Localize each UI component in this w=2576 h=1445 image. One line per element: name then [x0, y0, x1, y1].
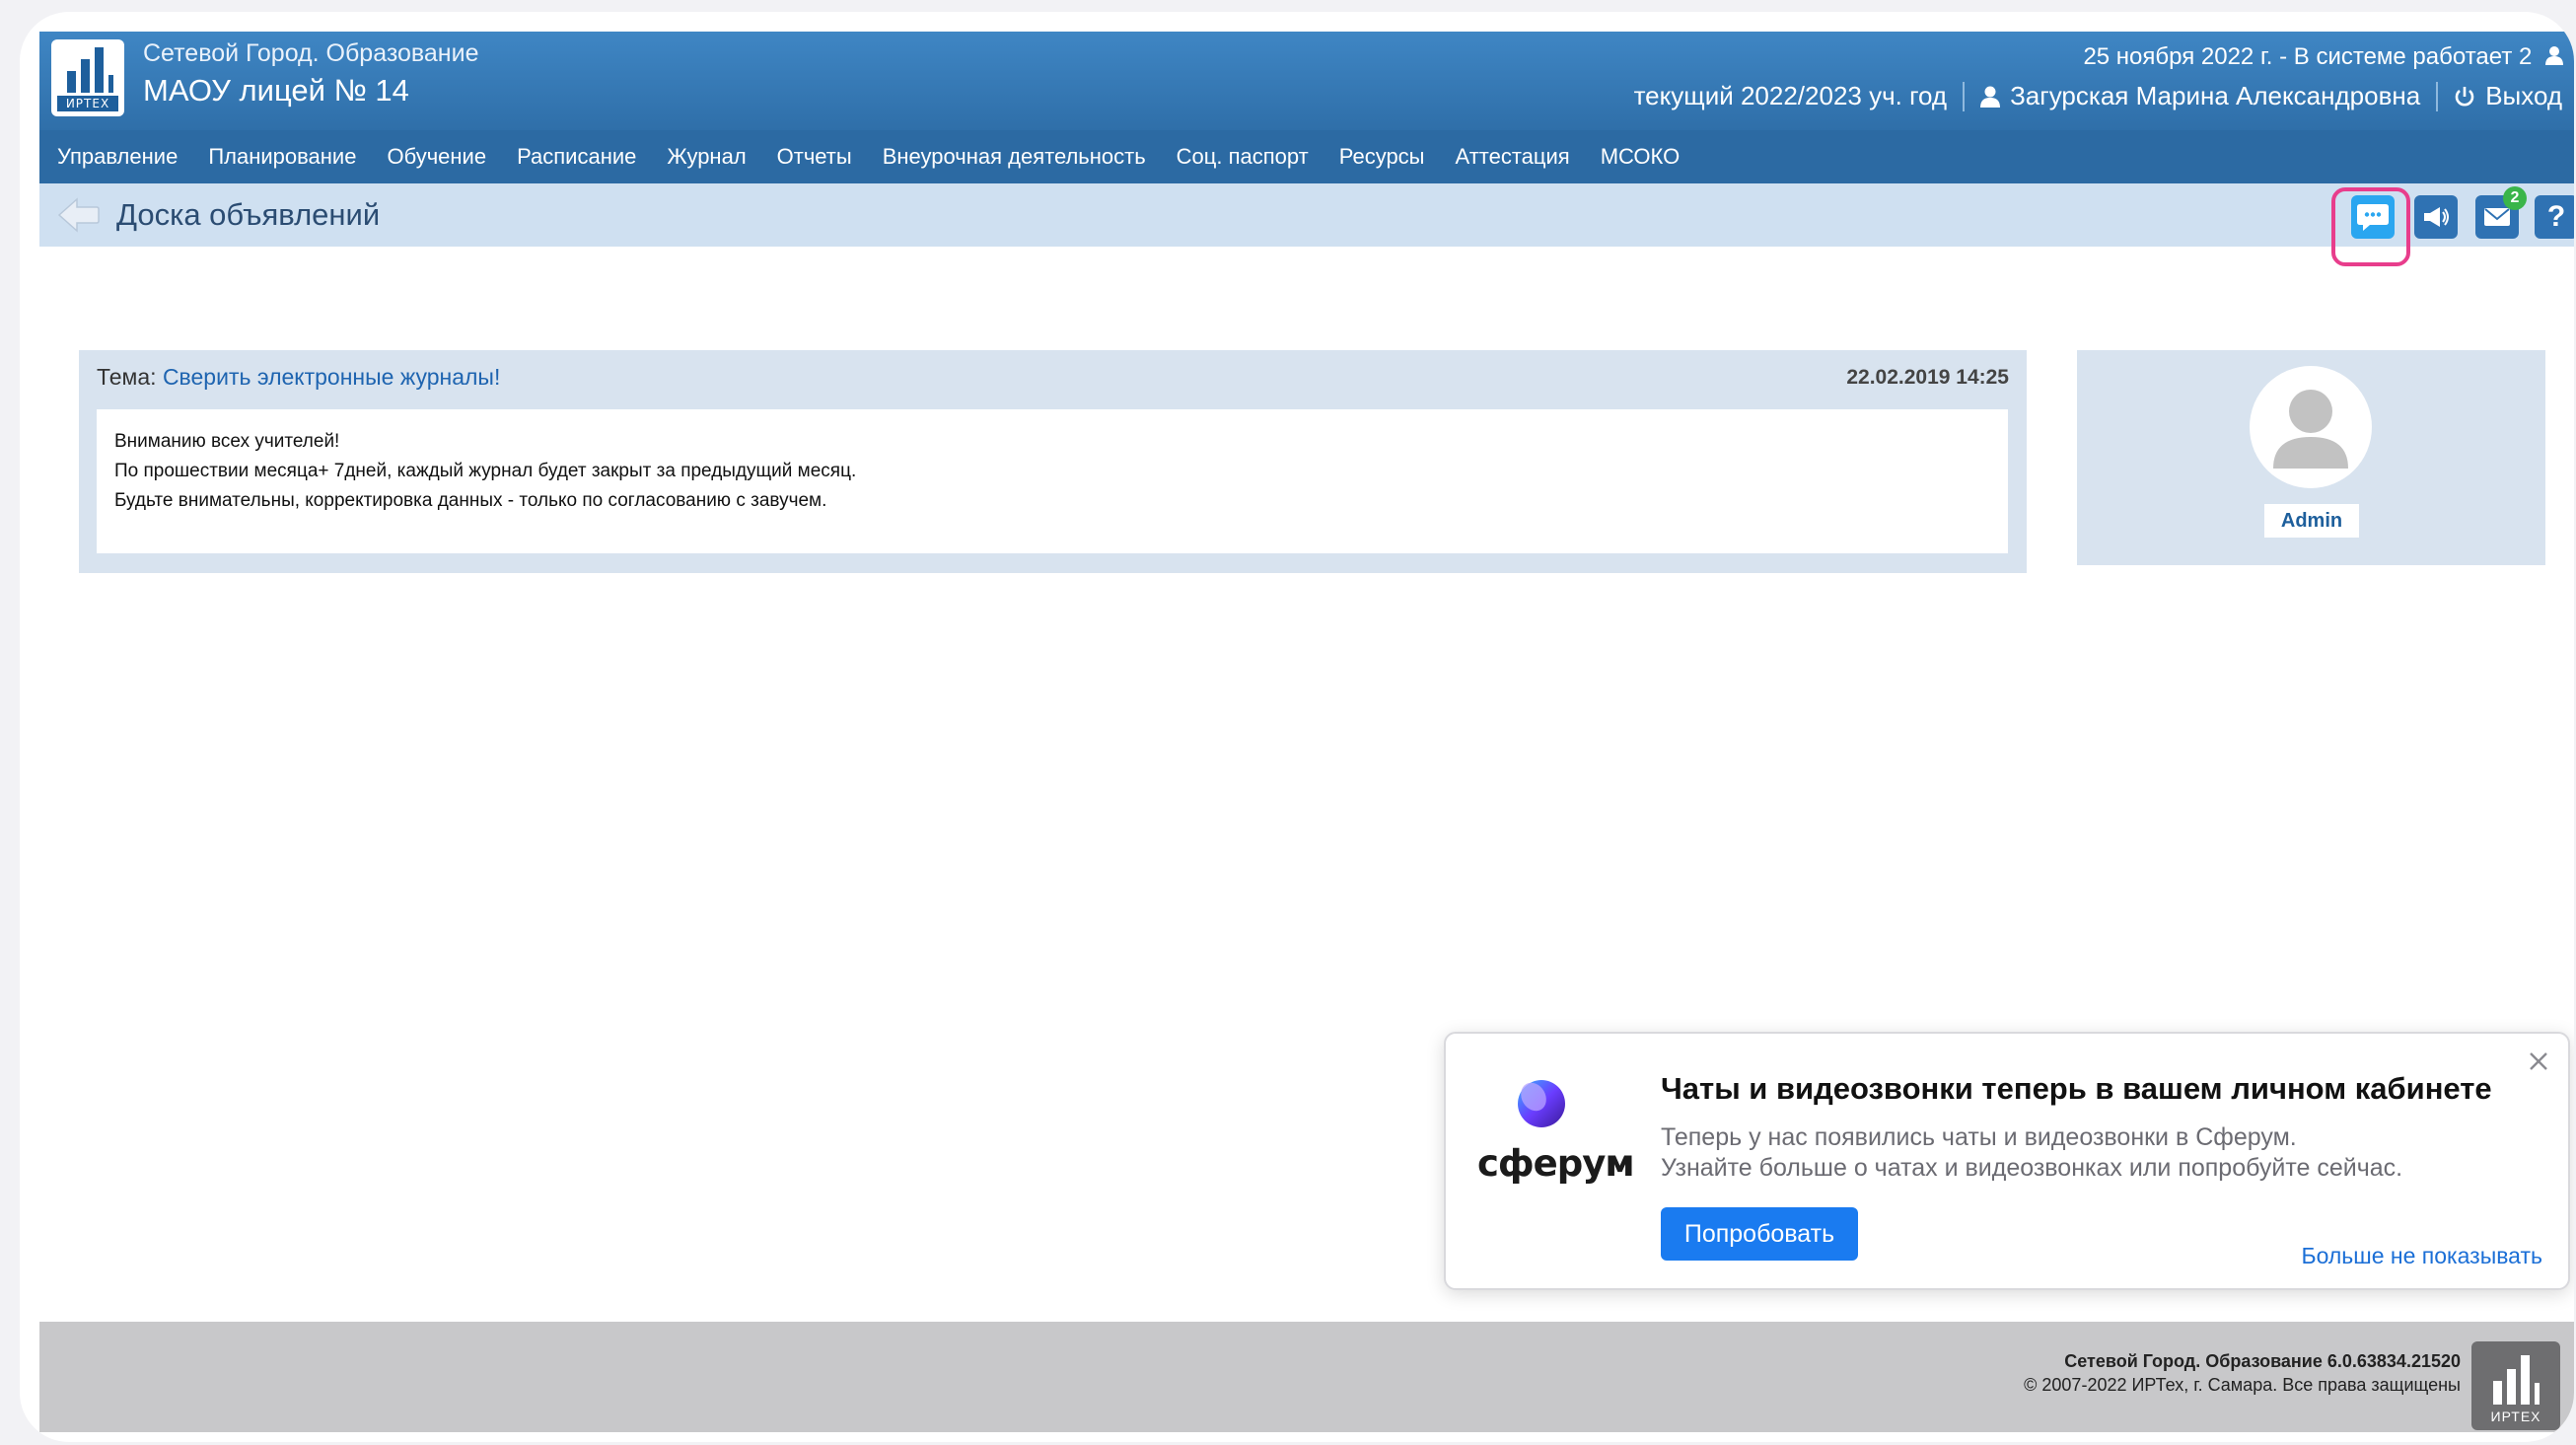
logout-button[interactable]: Выход [2454, 81, 2562, 111]
title-bar: Доска объявлений 2 ? [39, 183, 2574, 247]
author-card: Admin [2077, 350, 2545, 565]
menu-item-social-passport[interactable]: Соц. паспорт [1177, 144, 1309, 170]
announcement-card: Тема: Сверить электронные журналы! 22.02… [79, 350, 2027, 573]
menu-item-resources[interactable]: Ресурсы [1339, 144, 1425, 170]
mail-count-badge: 2 [2503, 186, 2527, 210]
envelope-icon [2484, 208, 2510, 226]
footer-logo[interactable]: ИРТЕХ [2471, 1341, 2560, 1430]
screen-frame: ИРТЕХ Сетевой Город. Образование МАОУ ли… [20, 12, 2574, 1442]
sferum-logo-icon [1518, 1080, 1565, 1127]
divider [2436, 81, 2439, 111]
help-icon: ? [2546, 200, 2566, 233]
default-avatar-icon [2273, 390, 2348, 469]
user-line: текущий 2022/2023 уч. год Загурская Мари… [1634, 81, 2562, 111]
footer-version: Сетевой Город. Образование 6.0.63834.215… [2064, 1351, 2461, 1371]
popup-title: Чаты и видеозвонки теперь в вашем личном… [1661, 1071, 2492, 1106]
person-icon [1980, 86, 2001, 108]
announcements-button[interactable] [2414, 195, 2458, 239]
chat-button-highlight [2331, 187, 2410, 266]
school-name: МАОУ лицей № 14 [143, 73, 409, 108]
user-profile-link[interactable]: Загурская Марина Александровна [1980, 81, 2420, 111]
popup-text-line: Теперь у нас появились чаты и видеозвонк… [1661, 1123, 2297, 1151]
footer: Сетевой Город. Образование 6.0.63834.215… [39, 1322, 2574, 1432]
megaphone-icon [2424, 207, 2449, 227]
back-arrow-icon[interactable] [57, 197, 101, 238]
announcement-date: 22.02.2019 14:25 [1846, 366, 2009, 389]
sferum-popup: сферум Чаты и видеозвонки теперь в вашем… [1444, 1032, 2570, 1290]
popup-text: Теперь у нас появились чаты и видеозвонк… [1661, 1122, 2402, 1184]
logo-text: ИРТЕХ [57, 96, 118, 111]
mail-button[interactable]: 2 [2475, 186, 2527, 239]
app-window: ИРТЕХ Сетевой Город. Образование МАОУ ли… [39, 32, 2574, 1432]
user-name: Загурская Марина Александровна [2010, 81, 2421, 110]
user-icon [2544, 44, 2564, 72]
power-icon [2455, 86, 2474, 106]
main-menu: Управление Планирование Обучение Расписа… [39, 130, 2574, 183]
announcement-line: Будьте внимательны, корректировка данных… [114, 490, 827, 511]
help-button[interactable]: ? [2535, 195, 2574, 239]
divider [1963, 81, 1966, 111]
page-title: Доска объявлений [116, 197, 381, 232]
menu-item-reports[interactable]: Отчеты [777, 144, 852, 170]
topic-label: Тема: [97, 364, 157, 390]
app-subtitle: Сетевой Город. Образование [143, 39, 479, 67]
announcement-line: Вниманию всех учителей! [114, 431, 340, 452]
logout-label: Выход [2485, 81, 2562, 110]
menu-item-msoko[interactable]: МСОКО [1601, 144, 1681, 170]
avatar [2250, 366, 2372, 488]
irtech-logo[interactable]: ИРТЕХ [51, 39, 124, 116]
announcement-body: Вниманию всех учителей! По прошествии ме… [97, 409, 2008, 553]
try-button[interactable]: Попробовать [1661, 1207, 1858, 1261]
menu-item-journal[interactable]: Журнал [667, 144, 746, 170]
menu-item-education[interactable]: Обучение [387, 144, 486, 170]
menu-item-management[interactable]: Управление [57, 144, 178, 170]
menu-item-attestation[interactable]: Аттестация [1456, 144, 1570, 170]
menu-item-schedule[interactable]: Расписание [517, 144, 636, 170]
date-status-text: 25 ноября 2022 г. - В системе работает 2 [2083, 43, 2533, 70]
menu-item-extracurricular[interactable]: Внеурочная деятельность [883, 144, 1146, 170]
popup-text-line: Узнайте больше о чатах и видеозвонках ил… [1661, 1154, 2403, 1182]
close-icon[interactable] [2525, 1048, 2552, 1075]
academic-year[interactable]: текущий 2022/2023 уч. год [1634, 81, 1948, 111]
announcement-topic: Тема: Сверить электронные журналы! [97, 364, 500, 391]
footer-copyright: © 2007-2022 ИРТех, г. Самара. Все права … [2024, 1375, 2461, 1395]
header: ИРТЕХ Сетевой Город. Образование МАОУ ли… [39, 32, 2574, 130]
announcement-line: По прошествии месяца+ 7дней, каждый журн… [114, 461, 857, 481]
footer-logo-text: ИРТЕХ [2490, 1409, 2541, 1424]
menu-item-planning[interactable]: Планирование [208, 144, 356, 170]
dont-show-again-link[interactable]: Больше не показывать [2302, 1243, 2543, 1269]
topic-link[interactable]: Сверить электронные журналы! [163, 364, 500, 390]
sferum-brand: сферум [1477, 1142, 1635, 1185]
date-status: 25 ноября 2022 г. - В системе работает 2 [2083, 43, 2564, 72]
author-name[interactable]: Admin [2264, 504, 2359, 538]
